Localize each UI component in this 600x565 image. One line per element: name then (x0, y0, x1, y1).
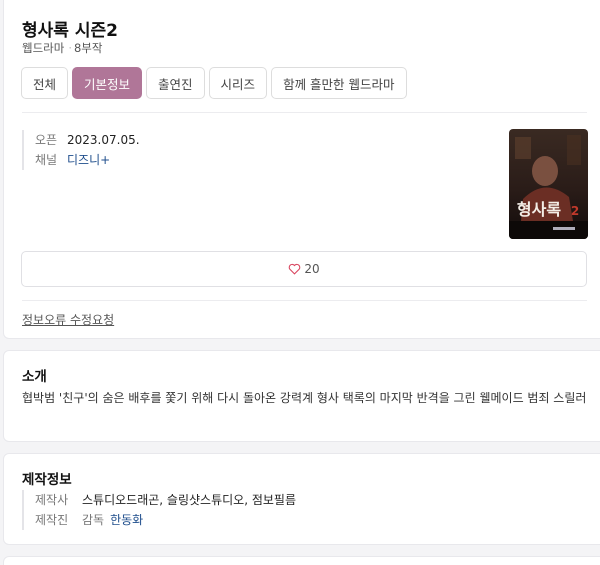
basic-info-list: 오픈 2023.07.05. 채널 디즈니+ (22, 130, 140, 170)
info-row-open: 오픈 2023.07.05. (35, 130, 140, 150)
tab-basic-info[interactable]: 기본정보 (72, 67, 143, 99)
poster-art: 형사록 2 (509, 129, 588, 239)
drama-info-card: 형사록 시즌2 웹드라마 · 8부작 전체 기본정보 출연진 시리즈 함께 흘만한 … (3, 0, 600, 339)
intro-title: 소개 (22, 369, 47, 385)
divider (22, 112, 587, 113)
heart-icon (289, 263, 301, 275)
production-title: 제작정보 (22, 472, 72, 488)
open-key: 오픈 (35, 133, 58, 147)
tab-series[interactable]: 시리즈 (208, 67, 268, 99)
page-title: 형사록 시즌2 (22, 21, 118, 41)
open-value: 2023.07.05. (67, 133, 140, 147)
production-row-studio: 제작사 스튜디오드래곤, 슬링샷스튜디오, 점보필름 (35, 490, 296, 510)
staff-value: 감독 한동화 (82, 510, 143, 530)
poster-title-suffix: 2 (571, 204, 579, 218)
genre-label: 웹드라마 (22, 41, 65, 55)
tab-cast[interactable]: 출연진 (146, 67, 205, 99)
poster-title: 형사록 (517, 200, 561, 219)
like-count: 20 (304, 262, 320, 276)
poster-image[interactable]: 형사록 2 (509, 129, 588, 239)
drama-meta: 웹드라마 · 8부작 (22, 40, 102, 56)
divider (22, 300, 587, 301)
tab-bar: 전체 기본정보 출연진 시리즈 함께 흘만한 웹드라마 (21, 67, 407, 99)
episode-count: 8부작 (73, 41, 103, 55)
tab-all[interactable]: 전체 (21, 67, 69, 99)
info-row-channel: 채널 디즈니+ (35, 150, 140, 170)
channel-link[interactable]: 디즈니+ (67, 150, 110, 170)
report-error-link[interactable]: 정보오류 수정요청 (22, 311, 114, 328)
production-card: 제작정보 제작사 스튜디오드래곤, 슬링샷스튜디오, 점보필름 제작진 감독 한동… (3, 453, 600, 545)
meta-separator: · (68, 41, 72, 55)
studio-key: 제작사 (35, 493, 69, 507)
staff-role: 감독 (82, 513, 105, 527)
director-link[interactable]: 한동화 (110, 513, 143, 527)
production-row-staff: 제작진 감독 한동화 (35, 510, 296, 530)
tab-related-dramas[interactable]: 함께 흘만한 웹드라마 (271, 67, 407, 99)
channel-key: 채널 (35, 153, 58, 167)
production-list: 제작사 스튜디오드래곤, 슬링샷스튜디오, 점보필름 제작진 감독 한동화 (22, 490, 296, 530)
studio-value: 스튜디오드래곤, 슬링샷스튜디오, 점보필름 (82, 493, 296, 507)
staff-key: 제작진 (35, 513, 69, 527)
like-button[interactable]: 20 (21, 251, 587, 287)
next-section-card (3, 556, 600, 565)
intro-text: 협박범 '친구'의 숨은 배후를 쫓기 위해 다시 돌아온 강력계 형사 택록의… (22, 391, 587, 405)
intro-card: 소개 협박범 '친구'의 숨은 배후를 쫓기 위해 다시 돌아온 강력계 형사 … (3, 350, 600, 442)
